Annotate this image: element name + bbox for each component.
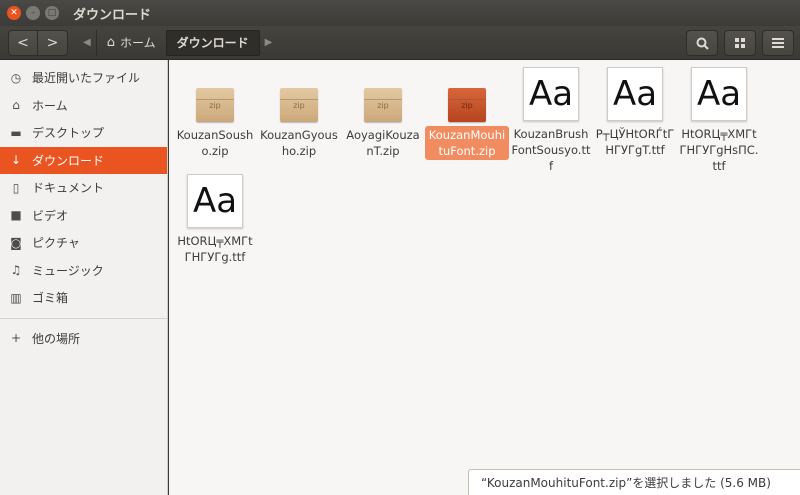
path-scroll-left-icon[interactable]: ◀ (78, 37, 96, 48)
download-icon: ↓ (10, 153, 22, 168)
sidebar-item-downloads[interactable]: ↓ ダウンロード (0, 146, 167, 174)
file-item[interactable]: zip KouzanSousho.zip (173, 68, 257, 160)
file-name: HtORЦ╤XMГtГНГУГg.ttf (177, 234, 253, 264)
file-view[interactable]: zip KouzanSousho.zip zip KouzanGyousho.z… (169, 60, 800, 495)
sidebar-item-label: 他の場所 (32, 331, 81, 346)
sidebar-item-label: 最近開いたファイル (32, 71, 141, 86)
file-item[interactable]: Aa HtORЦ╤XMГtГНГУГg.ttf (173, 174, 257, 266)
title-bar: ✕ – □ ダウンロード (0, 0, 800, 26)
file-name: Р┬ЦЎНtORЃtГНГУГgT.ttf (595, 127, 675, 157)
plus-icon: + (10, 331, 22, 346)
sidebar-item-music[interactable]: ♫ ミュージック (0, 257, 167, 285)
breadcrumb-downloads-label: ダウンロード (176, 36, 249, 50)
home-icon: ⌂ (106, 35, 115, 50)
toolbar: < > ◀ ⌂ ホーム ダウンロード ▶ (0, 26, 800, 60)
zip-archive-icon: zip (196, 88, 234, 122)
sidebar: ◷ 最近開いたファイル ⌂ ホーム ▬ デスクトップ ↓ ダウンロード ▯ ドキ… (0, 60, 168, 495)
sidebar-item-label: ドキュメント (32, 181, 105, 196)
status-bar: “KouzanMouhituFont.zip”を選択しました (5.6 MB) (468, 469, 800, 495)
clock-icon: ◷ (10, 70, 22, 85)
menu-button[interactable] (762, 30, 794, 56)
file-item[interactable]: zip AoyagiKouzanT.zip (341, 68, 425, 160)
minimize-window-button[interactable]: – (26, 6, 40, 20)
trash-icon: ▥ (10, 290, 22, 305)
camera-icon: ◙ (10, 235, 22, 250)
sidebar-item-home[interactable]: ⌂ ホーム (0, 92, 167, 120)
sidebar-item-label: ゴミ箱 (32, 291, 69, 306)
window-title: ダウンロード (73, 7, 152, 23)
view-mode-button[interactable] (724, 30, 756, 56)
home-icon: ⌂ (12, 98, 20, 113)
sidebar-item-other-locations[interactable]: + 他の場所 (0, 325, 167, 353)
back-button[interactable]: < (8, 29, 38, 56)
path-scroll-right-icon[interactable]: ▶ (260, 37, 278, 48)
zip-archive-icon: zip (280, 88, 318, 122)
font-file-icon: Aa (607, 67, 663, 121)
file-item[interactable]: zip KouzanGyousho.zip (257, 68, 341, 160)
document-icon: ▯ (12, 180, 20, 195)
sidebar-item-label: ビデオ (32, 208, 69, 223)
file-name: KouzanBrushFontSousyo.ttf (511, 127, 591, 173)
file-name: KouzanGyousho.zip (260, 128, 338, 158)
breadcrumb: ◀ ⌂ ホーム ダウンロード ▶ (78, 29, 278, 56)
chevron-right-icon: > (46, 34, 59, 51)
sidebar-item-desktop[interactable]: ▬ デスクトップ (0, 119, 167, 147)
file-item[interactable]: Aa HtORЦ╤XMГtГНГУГgHsПС.ttf (677, 67, 761, 175)
folder-icon: ▬ (10, 125, 22, 140)
file-item-selected[interactable]: zip KouzanMouhituFont.zip (425, 68, 509, 160)
music-icon: ♫ (10, 263, 22, 278)
maximize-window-button[interactable]: □ (45, 6, 59, 20)
video-icon: ■ (10, 208, 22, 223)
file-name: HtORЦ╤XMГtГНГУГgHsПС.ttf (679, 127, 759, 173)
file-item[interactable]: Aa KouzanBrushFontSousyo.ttf (509, 67, 593, 175)
chevron-left-icon: < (17, 34, 29, 51)
sidebar-item-trash[interactable]: ▥ ゴミ箱 (0, 284, 167, 312)
zip-archive-icon: zip (364, 88, 402, 122)
sidebar-item-label: ホーム (32, 98, 68, 113)
zip-archive-icon: zip (448, 88, 486, 122)
grid-icon (735, 38, 745, 48)
file-name: KouzanSousho.zip (176, 128, 254, 158)
sidebar-item-documents[interactable]: ▯ ドキュメント (0, 174, 167, 202)
sidebar-item-label: ミュージック (32, 263, 104, 278)
sidebar-divider (0, 317, 167, 319)
sidebar-item-label: ピクチャ (32, 236, 80, 251)
file-name: AoyagiKouzanT.zip (346, 128, 420, 158)
hamburger-menu-icon (772, 38, 784, 48)
search-button[interactable] (686, 30, 718, 56)
file-item[interactable]: Aa Р┬ЦЎНtORЃtГНГУГgT.ttf (593, 67, 677, 159)
search-icon (696, 37, 709, 50)
breadcrumb-home-label: ホーム (119, 36, 156, 50)
sidebar-item-label: デスクトップ (32, 126, 105, 141)
font-file-icon: Aa (187, 174, 243, 228)
breadcrumb-home[interactable]: ⌂ ホーム (95, 29, 166, 56)
font-file-icon: Aa (523, 67, 579, 121)
breadcrumb-downloads[interactable]: ダウンロード (165, 29, 260, 56)
sidebar-item-label: ダウンロード (32, 153, 105, 168)
forward-button[interactable]: > (38, 29, 68, 56)
file-name: KouzanMouhituFont.zip (425, 126, 509, 160)
sidebar-item-videos[interactable]: ■ ビデオ (0, 202, 167, 230)
selection-status-text: “KouzanMouhituFont.zip”を選択しました (5.6 MB) (481, 476, 771, 490)
close-window-button[interactable]: ✕ (7, 6, 21, 20)
sidebar-item-recent[interactable]: ◷ 最近開いたファイル (0, 64, 167, 92)
font-file-icon: Aa (691, 67, 747, 121)
sidebar-item-pictures[interactable]: ◙ ピクチャ (0, 229, 167, 257)
